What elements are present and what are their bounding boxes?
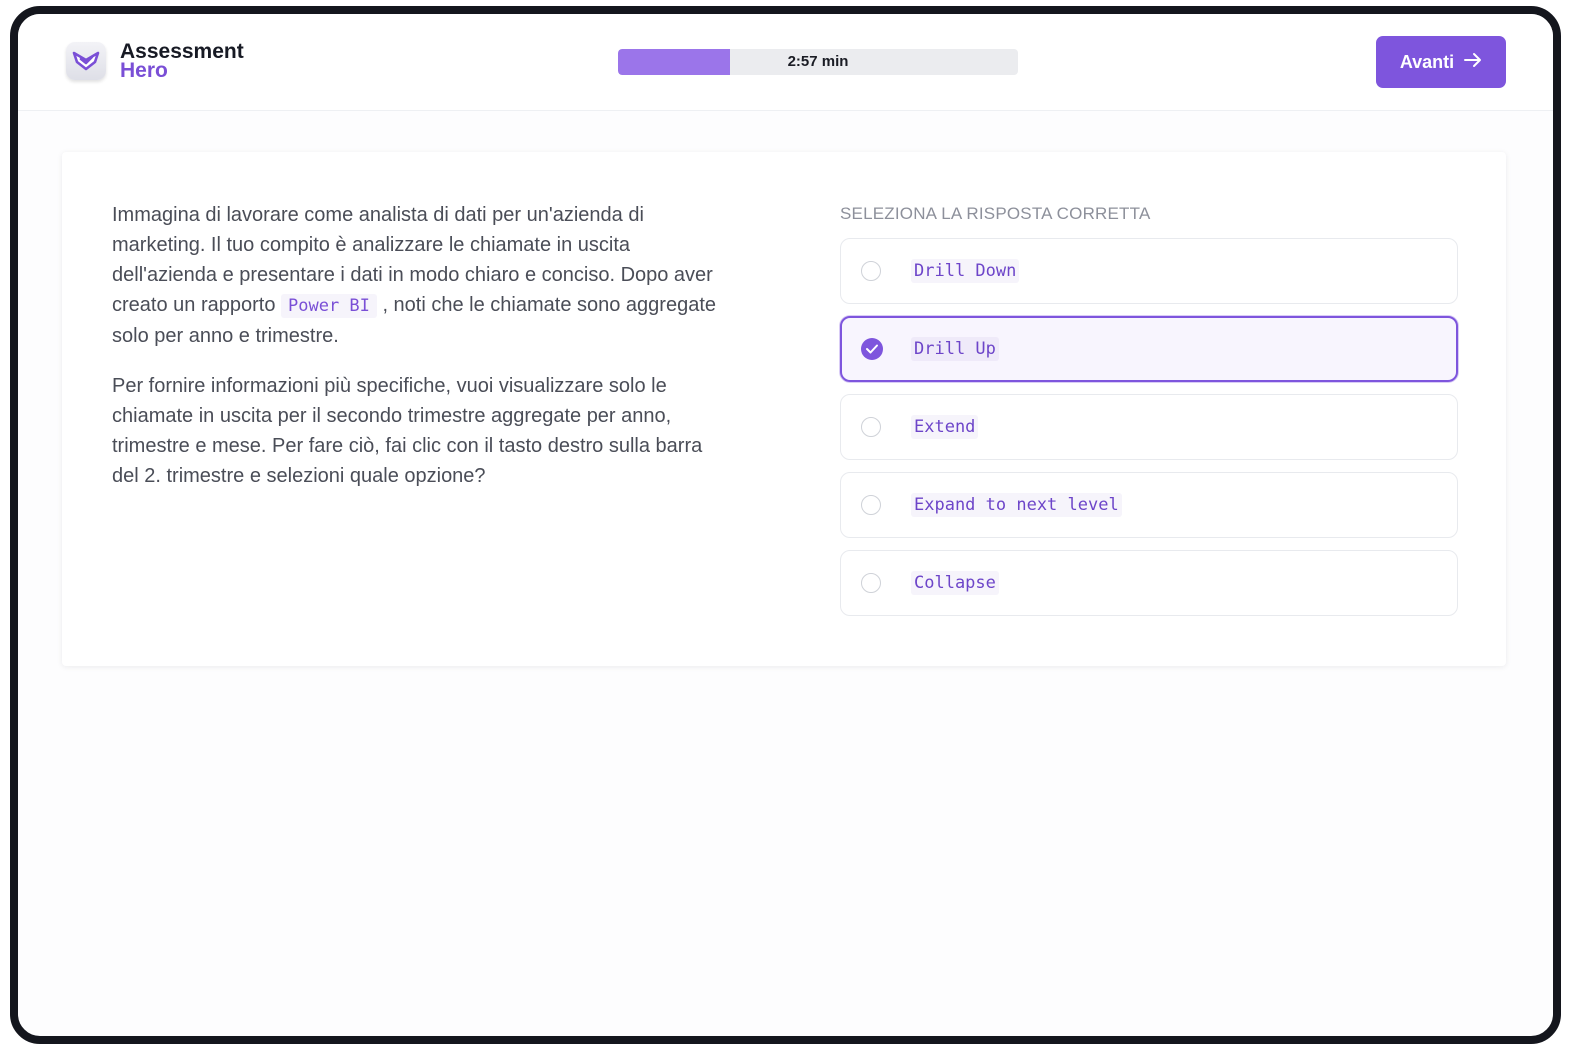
answer-label: Drill Up	[911, 337, 999, 361]
answer-option-collapse[interactable]: Collapse	[840, 550, 1458, 616]
radio-unchecked-icon[interactable]	[861, 573, 881, 593]
answer-list: Drill Down Drill Up Extend Expand to nex…	[840, 238, 1458, 628]
radio-unchecked-icon[interactable]	[861, 495, 881, 515]
question-text: Immagina di lavorare come analista di da…	[112, 200, 722, 511]
answer-label: Expand to next level	[911, 493, 1122, 517]
arrow-right-icon	[1464, 52, 1482, 73]
logo-wordmark: Assessment Hero	[120, 41, 244, 82]
logo-text-hero: Hero	[120, 59, 168, 82]
radio-checked-icon[interactable]	[861, 338, 883, 360]
question-paragraph-1: Immagina di lavorare come analista di da…	[112, 200, 722, 351]
radio-unchecked-icon[interactable]	[861, 417, 881, 437]
answer-option-expand-to-next-level[interactable]: Expand to next level	[840, 472, 1458, 538]
radio-unchecked-icon[interactable]	[861, 261, 881, 281]
question-card: Immagina di lavorare come analista di da…	[62, 152, 1506, 666]
question-paragraph-2: Per fornire informazioni più specifiche,…	[112, 375, 703, 487]
timer-progress-bar: 2:57 min	[618, 49, 1018, 75]
app-frame: Assessment Hero 2:57 min Avanti Immagina…	[10, 6, 1561, 1044]
next-button-label: Avanti	[1399, 51, 1455, 72]
answer-label: Collapse	[911, 571, 999, 595]
answers-title: SELEZIONA LA RISPOSTA CORRETTA	[840, 204, 1151, 223]
answer-option-drill-up[interactable]: Drill Up	[840, 316, 1458, 382]
answer-label: Drill Down	[911, 259, 1020, 283]
timer-label: 2:57 min	[787, 53, 849, 70]
shield-check-icon	[66, 42, 106, 80]
logo: Assessment Hero	[66, 41, 244, 82]
inline-code-power-bi: Power BI	[281, 294, 377, 318]
answer-option-drill-down[interactable]: Drill Down	[840, 238, 1458, 304]
top-bar: Assessment Hero 2:57 min Avanti	[18, 14, 1553, 111]
next-button[interactable]: Avanti	[1376, 36, 1506, 88]
answer-label: Extend	[911, 415, 979, 439]
answer-option-extend[interactable]: Extend	[840, 394, 1458, 460]
